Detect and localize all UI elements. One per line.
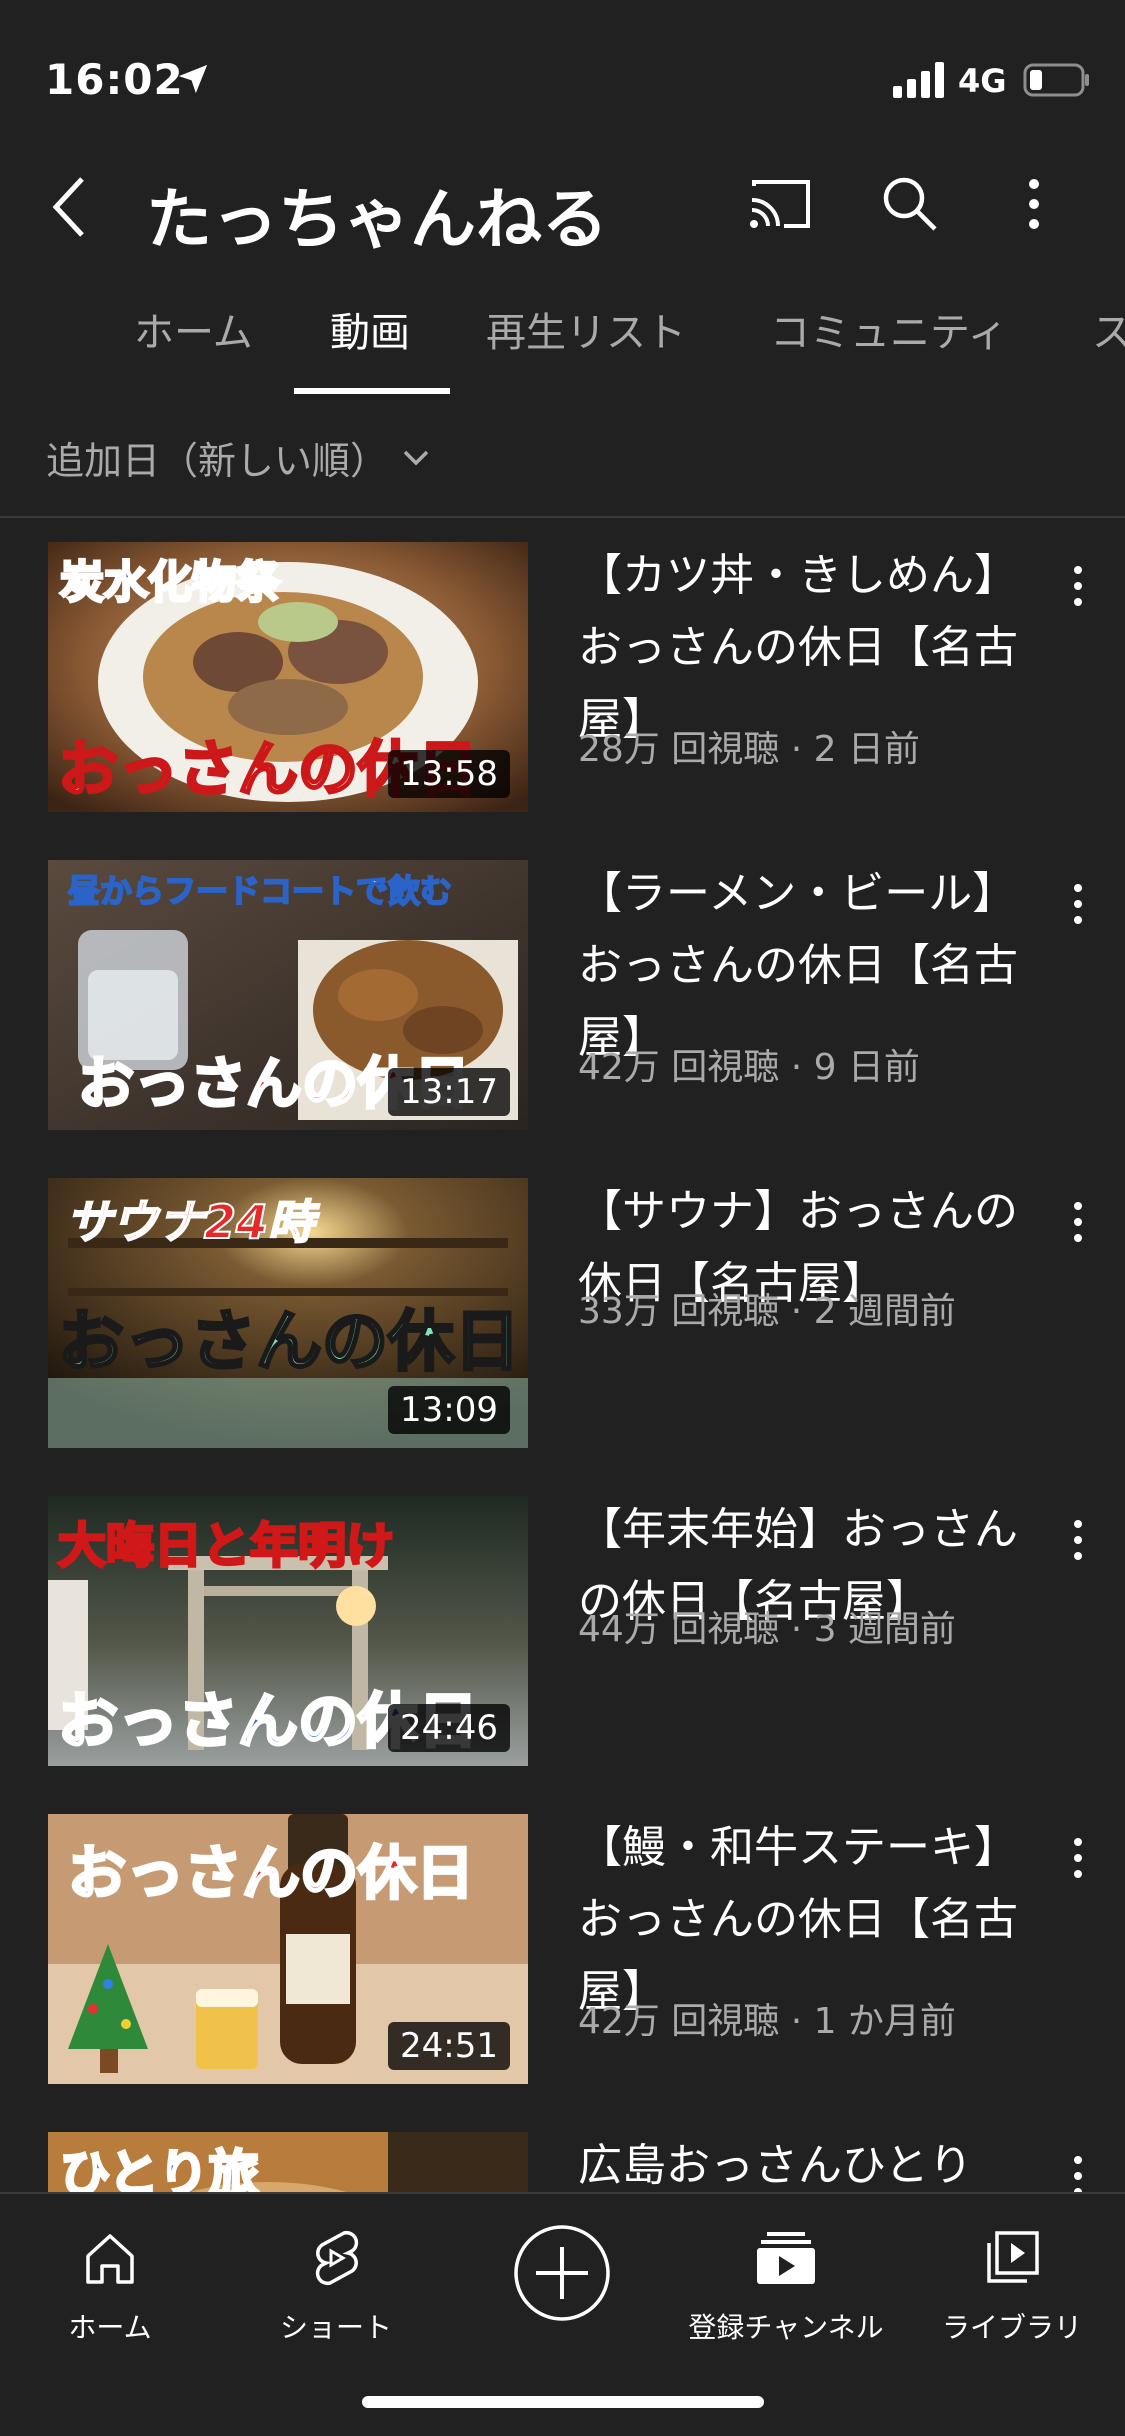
home-icon <box>86 2234 134 2284</box>
thumbnail-caption-top: 大晦日と年明け <box>56 1517 395 1576</box>
video-duration: 13:58 <box>388 750 510 798</box>
video-more-button[interactable] <box>1060 874 1096 934</box>
video-duration: 24:51 <box>388 2022 510 2070</box>
video-more-button[interactable] <box>1060 2146 1096 2192</box>
battery-icon <box>1023 63 1089 97</box>
subscriptions-icon <box>757 2232 815 2284</box>
cast-icon <box>750 180 810 228</box>
thumbnail-caption-top: サウナ24時 <box>65 1194 315 1250</box>
library-icon <box>987 2231 1039 2283</box>
network-type: 4G <box>958 62 1007 100</box>
channel-title: たっちゃんねる <box>146 181 608 258</box>
status-bar: 16:02 4G <box>0 0 1125 150</box>
video-duration: 13:09 <box>388 1386 510 1434</box>
video-more-button[interactable] <box>1060 1828 1096 1888</box>
nav-library[interactable]: ライブラリ <box>902 2214 1122 2346</box>
nav-subscriptions-label: 登録チャンネル <box>688 2311 884 2344</box>
thumbnail-caption-top: おっさんの休日 <box>66 1838 475 1909</box>
video-item[interactable]: 炭水化物祭 おっさんの休日 13:58 【カツ丼・きしめん】おっさんの休日【名古… <box>0 540 1125 840</box>
nav-create[interactable] <box>452 2214 672 2332</box>
video-thumbnail[interactable]: ひとり旅 <box>48 2132 528 2192</box>
more-options-button[interactable] <box>1004 164 1064 244</box>
video-meta: 33万 回視聴 · 2 週間前 <box>578 1291 956 1332</box>
video-title[interactable]: 広島おっさんひとり <box>578 2130 1018 2192</box>
status-time: 16:02 <box>45 55 184 104</box>
tab-home[interactable]: ホーム <box>134 300 253 358</box>
cast-button[interactable] <box>740 164 820 244</box>
shorts-icon <box>315 2230 359 2286</box>
video-item[interactable]: サウナ24時 おっさんの休日 13:09 【サウナ】おっさんの休日【名古屋】 3… <box>0 1176 1125 1476</box>
chevron-left-icon <box>52 177 84 237</box>
video-thumbnail[interactable]: おっさんの休日 24:51 <box>48 1814 528 2084</box>
thumbnail-caption-top: 昼からフードコートで飲む <box>67 871 453 911</box>
tab-more[interactable]: ス <box>1092 300 1125 358</box>
video-meta: 44万 回視聴 · 3 週間前 <box>578 1609 956 1650</box>
sort-label: 追加日（新しい順） <box>46 439 389 483</box>
tab-community[interactable]: コミュニティ <box>770 300 1008 358</box>
sort-dropdown[interactable]: 追加日（新しい順） <box>46 430 430 485</box>
search-button[interactable] <box>870 164 950 244</box>
back-button[interactable] <box>40 162 100 252</box>
thumbnail-caption-bottom: おっさんの休日 <box>57 1302 522 1382</box>
video-thumbnail[interactable]: 大晦日と年明け おっさんの休日 24:46 <box>48 1496 528 1766</box>
video-thumbnail[interactable]: 炭水化物祭 おっさんの休日 13:58 <box>48 542 528 812</box>
location-arrow-icon <box>178 64 208 94</box>
video-meta: 42万 回視聴 · 1 か月前 <box>578 2001 956 2042</box>
signal-icon <box>893 62 944 98</box>
active-tab-indicator <box>294 388 450 394</box>
video-item[interactable]: 大晦日と年明け おっさんの休日 24:46 【年末年始】おっさんの休日【名古屋】… <box>0 1494 1125 1794</box>
nav-home-label: ホーム <box>68 2311 152 2344</box>
nav-library-label: ライブラリ <box>941 2311 1082 2344</box>
divider <box>0 516 1125 518</box>
video-item[interactable]: 昼からフードコートで飲む おっさんの休日 13:17 【ラーメン・ビール】おっさ… <box>0 858 1125 1158</box>
tab-videos[interactable]: 動画 <box>330 300 410 358</box>
create-icon <box>514 2225 610 2321</box>
video-duration: 24:46 <box>388 1704 510 1752</box>
thumbnail-caption-top: 炭水化物祭 <box>59 556 282 610</box>
thumbnail-caption-top: ひとり旅 <box>59 2144 260 2193</box>
video-duration: 13:17 <box>388 1068 510 1116</box>
nav-subscriptions[interactable]: 登録チャンネル <box>676 2214 896 2346</box>
top-bar: たっちゃんねる <box>0 150 1125 270</box>
tab-playlists[interactable]: 再生リスト <box>486 300 686 358</box>
video-thumbnail[interactable]: 昼からフードコートで飲む おっさんの休日 13:17 <box>48 860 528 1130</box>
video-meta: 28万 回視聴 · 2 日前 <box>578 729 920 770</box>
home-indicator[interactable] <box>362 2396 764 2408</box>
video-more-button[interactable] <box>1060 556 1096 616</box>
nav-shorts[interactable]: ショート <box>226 2214 446 2346</box>
more-vert-icon <box>1029 179 1039 229</box>
video-thumbnail[interactable]: サウナ24時 おっさんの休日 13:09 <box>48 1178 528 1448</box>
channel-tabs: ホーム 動画 再生リスト コミュニティ ス <box>0 280 1125 398</box>
nav-shorts-label: ショート <box>279 2311 392 2344</box>
video-meta: 42万 回視聴 · 9 日前 <box>578 1047 920 1088</box>
nav-home[interactable]: ホーム <box>0 2214 220 2346</box>
video-more-button[interactable] <box>1060 1192 1096 1252</box>
search-icon <box>883 177 937 231</box>
video-item[interactable]: おっさんの休日 24:51 【鰻・和牛ステーキ】おっさんの休日【名古屋】 42万… <box>0 1812 1125 2112</box>
chevron-down-icon <box>403 450 429 465</box>
video-item[interactable]: ひとり旅 広島おっさんひとり <box>0 2130 1125 2192</box>
video-list: 炭水化物祭 おっさんの休日 13:58 【カツ丼・きしめん】おっさんの休日【名古… <box>0 540 1125 2192</box>
video-more-button[interactable] <box>1060 1510 1096 1570</box>
